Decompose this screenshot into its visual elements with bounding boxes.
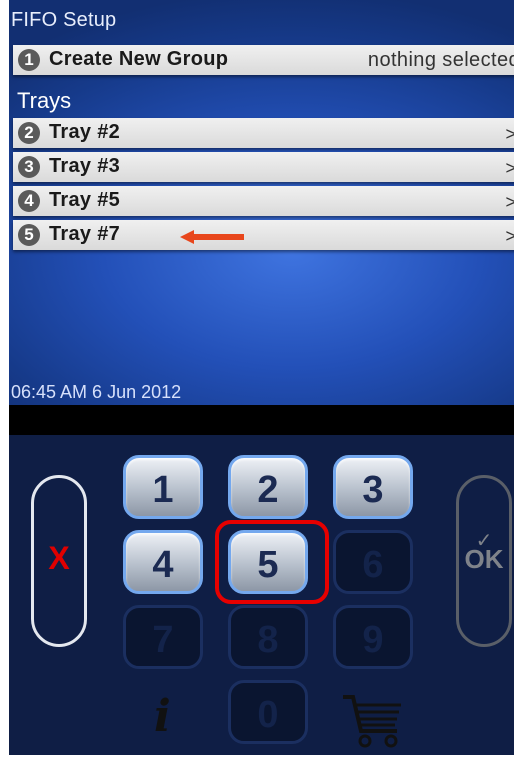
trays-section-label: Trays	[17, 88, 72, 113]
create-new-group-label: Create New Group	[49, 48, 229, 70]
page-title: FIFO Setup	[11, 9, 117, 31]
row-number-badge: 4	[18, 190, 40, 212]
tray-label: Tray #3	[49, 155, 121, 177]
key-6[interactable]: 6	[333, 530, 413, 594]
row-number-badge: 1	[18, 49, 40, 71]
chevron-right-icon: >	[505, 124, 514, 144]
annotation-arrow-icon	[180, 230, 244, 244]
cart-icon[interactable]	[341, 693, 405, 749]
key-1[interactable]: 1	[123, 455, 203, 519]
key-9[interactable]: 9	[333, 605, 413, 669]
ok-button[interactable]: ✓ OK	[456, 475, 512, 647]
key-2[interactable]: 2	[228, 455, 308, 519]
tray-label: Tray #2	[49, 121, 121, 143]
touch-screen: FIFO Setup 1 Create New Group nothing se…	[9, 0, 514, 405]
create-new-group-row[interactable]: 1 Create New Group nothing selected	[13, 45, 514, 75]
key-0[interactable]: 0	[228, 680, 308, 744]
tray-label: Tray #7	[49, 223, 121, 245]
create-new-group-value: nothing selected	[367, 49, 514, 71]
chevron-right-icon: >	[505, 226, 514, 246]
tray-label: Tray #5	[49, 189, 121, 211]
cancel-button[interactable]: X	[31, 475, 87, 647]
key-4[interactable]: 4	[123, 530, 203, 594]
chevron-right-icon: >	[505, 158, 514, 178]
ok-label: OK	[464, 544, 504, 574]
row-number-badge: 3	[18, 156, 40, 178]
key-8[interactable]: 8	[228, 605, 308, 669]
screen-bezel	[9, 405, 514, 435]
chevron-right-icon: >	[505, 192, 514, 212]
key-7[interactable]: 7	[123, 605, 203, 669]
info-icon[interactable]: i	[154, 691, 171, 742]
device-panel: FIFO Setup 1 Create New Group nothing se…	[9, 0, 514, 755]
key-3[interactable]: 3	[333, 455, 413, 519]
close-icon: X	[48, 540, 70, 576]
tray-row-3[interactable]: 3 Tray #3 >	[13, 152, 514, 182]
tray-row-7[interactable]: 5 Tray #7 >	[13, 220, 514, 250]
tray-row-5[interactable]: 4 Tray #5 >	[13, 186, 514, 216]
row-number-badge: 5	[18, 224, 40, 246]
timestamp: 06:45 AM 6 Jun 2012	[11, 382, 182, 402]
keypad: X 1 2 3 4 5 6 7 8 9 0 ✓ OK i	[9, 435, 514, 755]
row-number-badge: 2	[18, 122, 40, 144]
tray-row-2[interactable]: 2 Tray #2 >	[13, 118, 514, 148]
key-5-highlight	[215, 520, 329, 604]
